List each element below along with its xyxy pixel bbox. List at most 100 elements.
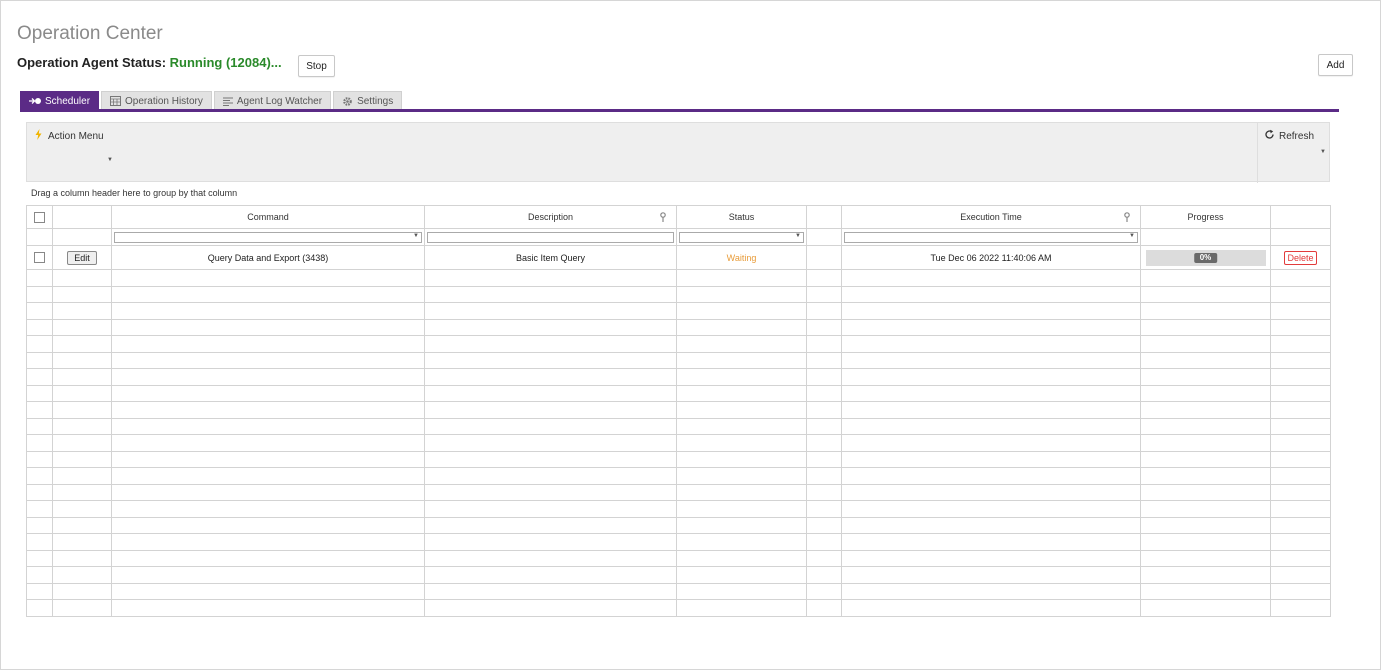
empty-cell (1140, 582, 1271, 600)
tab-label: Operation History (125, 95, 203, 107)
empty-cell (1270, 368, 1331, 386)
empty-table-row (26, 269, 1331, 287)
empty-cell (52, 566, 112, 584)
empty-cell (676, 368, 807, 386)
empty-table-row (26, 302, 1331, 320)
empty-cell (841, 285, 1141, 303)
empty-cell (1270, 467, 1331, 485)
pin-icon[interactable] (658, 212, 668, 222)
empty-cell (111, 335, 425, 353)
empty-cell (26, 351, 53, 369)
table-row[interactable]: Edit Query Data and Export (3438) Basic … (26, 245, 1331, 270)
column-header-command[interactable]: Command (111, 205, 425, 229)
empty-cell (52, 318, 112, 336)
empty-cell (1270, 450, 1331, 468)
column-header-progress[interactable]: Progress (1140, 205, 1271, 229)
tab-agent-log-watcher[interactable]: Agent Log Watcher (213, 91, 332, 110)
empty-cell (806, 500, 842, 518)
tab-settings[interactable]: Settings (333, 91, 403, 110)
empty-cell (806, 549, 842, 567)
row-checkbox[interactable] (34, 252, 45, 264)
empty-cell (841, 401, 1141, 419)
empty-cell (52, 434, 112, 452)
select-all-checkbox[interactable] (34, 211, 45, 223)
empty-cell (26, 269, 53, 287)
empty-cell (806, 533, 842, 551)
empty-cell (841, 500, 1141, 518)
empty-cell (111, 566, 425, 584)
empty-cell (806, 318, 842, 336)
chevron-down-icon[interactable]: ▼ (795, 233, 801, 239)
chevron-down-icon[interactable]: ▼ (1129, 233, 1135, 239)
empty-table-row (26, 500, 1331, 518)
empty-cell (1140, 483, 1271, 501)
empty-rows (26, 269, 1331, 617)
empty-cell (1270, 434, 1331, 452)
empty-cell (26, 566, 53, 584)
delete-button[interactable]: Delete (1284, 250, 1317, 265)
empty-cell (806, 566, 842, 584)
refresh-button[interactable]: Refresh (1264, 129, 1314, 143)
edit-button[interactable]: Edit (67, 250, 97, 265)
execution-time-filter-select[interactable]: ▼ (844, 231, 1138, 243)
empty-table-row (26, 368, 1331, 386)
empty-cell (806, 483, 842, 501)
empty-cell (52, 417, 112, 435)
stop-button[interactable]: Stop (298, 55, 335, 77)
empty-cell (806, 285, 842, 303)
add-button[interactable]: Add (1318, 54, 1353, 76)
status-filter-select[interactable]: ▼ (679, 231, 804, 243)
empty-cell (1140, 269, 1271, 287)
empty-cell (1140, 351, 1271, 369)
tab-label: Agent Log Watcher (236, 95, 323, 107)
empty-table-row (26, 516, 1331, 534)
chevron-down-icon[interactable]: ▼ (413, 233, 419, 239)
empty-cell (1140, 549, 1271, 567)
column-header-execution-time[interactable]: Execution Time (841, 205, 1141, 229)
action-menu-caret-icon[interactable]: ▼ (107, 157, 113, 163)
empty-cell (424, 516, 677, 534)
empty-cell (424, 384, 677, 402)
description-filter-input[interactable] (427, 231, 674, 243)
empty-cell (841, 335, 1141, 353)
tab-label: Scheduler (45, 95, 91, 107)
tab-scheduler[interactable]: Scheduler (20, 91, 100, 110)
empty-cell (676, 401, 807, 419)
empty-cell (111, 269, 425, 287)
empty-cell (1270, 384, 1331, 402)
column-header-description[interactable]: Description (424, 205, 677, 229)
empty-cell (26, 500, 53, 518)
empty-cell (841, 533, 1141, 551)
empty-cell (676, 533, 807, 551)
refresh-icon (1264, 129, 1275, 143)
pin-icon[interactable] (1122, 212, 1132, 222)
list-icon (222, 97, 233, 106)
tab-label: Settings (357, 95, 394, 107)
empty-cell (111, 500, 425, 518)
action-menu[interactable]: Action Menu (35, 129, 104, 143)
tab-operation-history[interactable]: Operation History (101, 91, 212, 110)
grid-toolbar: Action Menu ▼ Refresh ▼ (26, 122, 1330, 183)
empty-cell (806, 401, 842, 419)
column-header-status[interactable]: Status (676, 205, 807, 229)
cell-command: Query Data and Export (3438) (111, 245, 425, 270)
empty-cell (676, 483, 807, 501)
refresh-caret-icon[interactable]: ▼ (1320, 149, 1326, 155)
command-filter-input[interactable]: ▼ (114, 231, 422, 243)
empty-cell (26, 516, 53, 534)
select-all-header[interactable] (26, 205, 53, 229)
action-menu-label: Action Menu (48, 130, 104, 142)
column-header-delete (1270, 205, 1331, 229)
empty-cell (111, 533, 425, 551)
empty-cell (424, 368, 677, 386)
empty-cell (1140, 434, 1271, 452)
empty-cell (1270, 582, 1331, 600)
empty-cell (424, 318, 677, 336)
empty-cell (52, 401, 112, 419)
cell-progress: 0% (1140, 245, 1271, 270)
empty-cell (26, 368, 53, 386)
empty-cell (841, 483, 1141, 501)
agent-status: Operation Agent Status: Running (12084).… (17, 55, 282, 70)
empty-cell (1140, 500, 1271, 518)
empty-cell (1140, 417, 1271, 435)
